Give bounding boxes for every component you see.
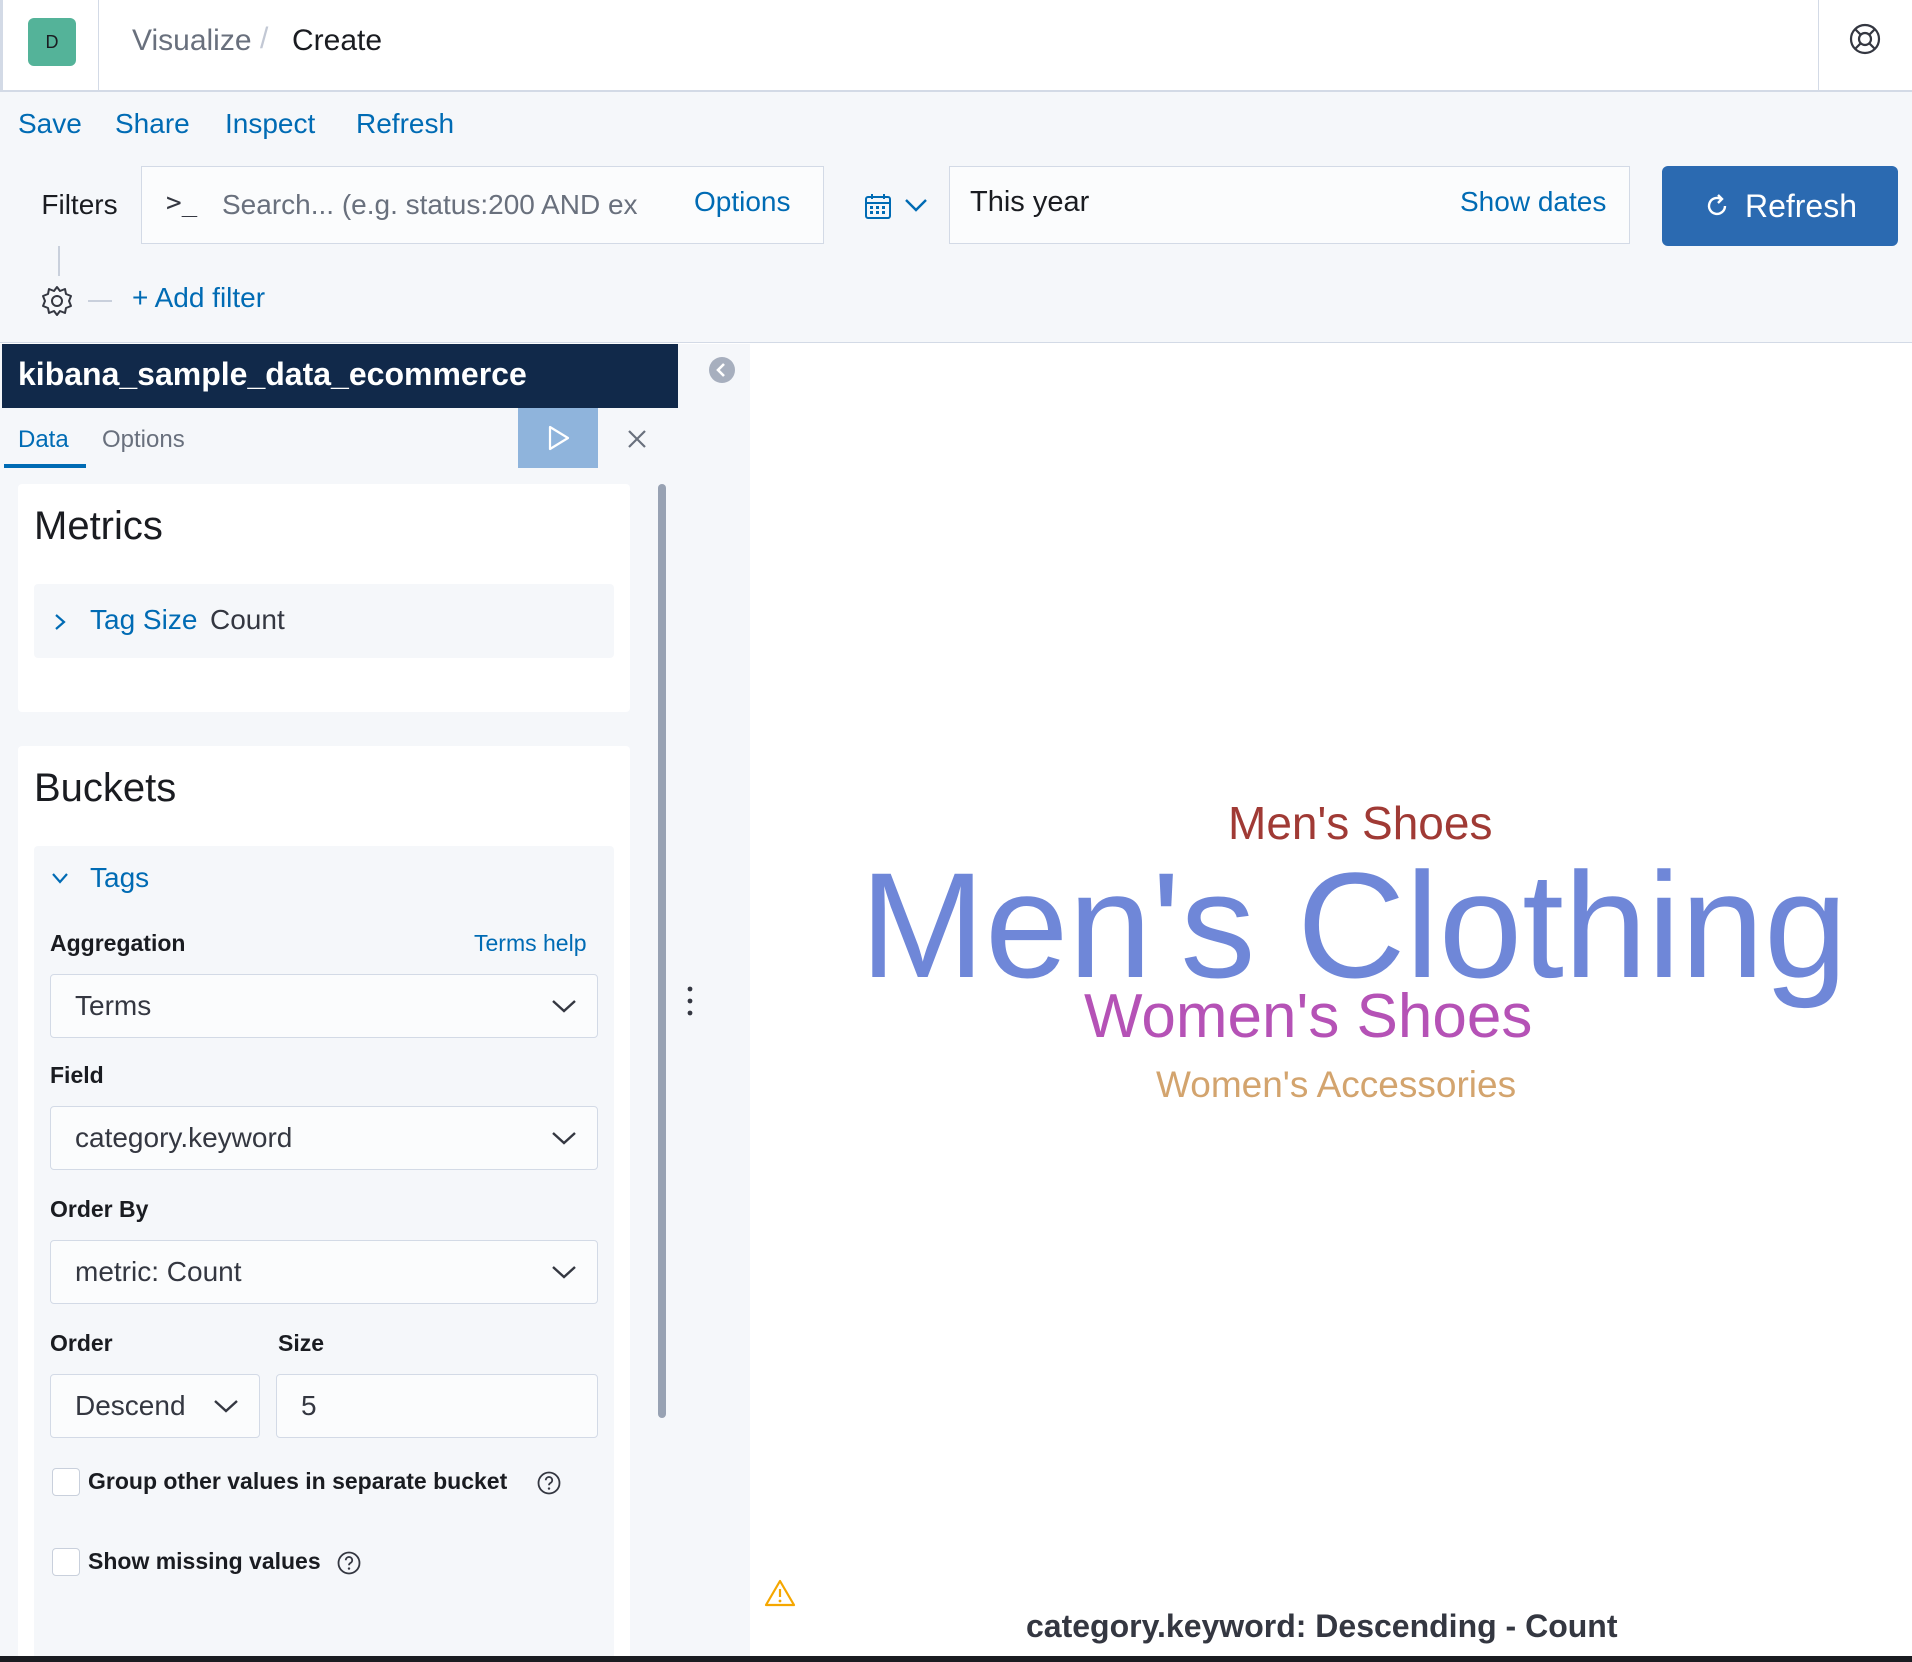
buckets-title: Buckets	[34, 766, 177, 810]
warning-icon[interactable]	[764, 1578, 796, 1608]
bucket-name[interactable]: Tags	[90, 862, 149, 894]
field-value: category.keyword	[75, 1122, 293, 1153]
header-divider	[98, 0, 99, 90]
share-link[interactable]: Share	[115, 108, 190, 140]
play-icon	[548, 425, 570, 451]
resize-handle-icon[interactable]	[684, 984, 696, 1018]
order-by-value: metric: Count	[75, 1256, 242, 1287]
chevron-down-icon[interactable]	[904, 196, 928, 214]
space-avatar[interactable]: D	[28, 18, 76, 66]
header-divider-right	[1818, 0, 1819, 90]
apply-changes-button[interactable]	[518, 408, 598, 468]
inspect-link[interactable]: Inspect	[225, 108, 315, 140]
filter-connector	[58, 246, 60, 276]
question-icon[interactable]	[536, 1470, 562, 1496]
search-input[interactable]	[210, 176, 694, 234]
aggregation-label: Aggregation	[50, 930, 186, 956]
quick-select-button[interactable]	[842, 166, 950, 244]
filter-connector-dash	[88, 300, 112, 302]
show-missing-label[interactable]: Show missing values	[88, 1548, 321, 1575]
order-by-select[interactable]: metric: Count	[50, 1240, 598, 1304]
bottom-edge	[0, 1656, 1912, 1662]
index-pattern-title: kibana_sample_data_ecommerce	[2, 344, 678, 408]
size-label: Size	[278, 1330, 325, 1356]
field-label: Field	[50, 1062, 104, 1088]
chevron-down-icon	[552, 1266, 576, 1279]
calendar-icon[interactable]	[864, 192, 892, 220]
order-by-label: Order By	[50, 1196, 149, 1222]
chevron-down-icon	[552, 1000, 576, 1013]
order-select[interactable]: Descend	[50, 1374, 260, 1438]
tab-data[interactable]: Data	[18, 426, 69, 454]
collapse-sidebar-icon[interactable]	[708, 356, 736, 384]
tab-options[interactable]: Options	[102, 426, 185, 454]
sidebar-scrollbar[interactable]	[658, 484, 666, 1418]
query-language-icon[interactable]: >_	[166, 188, 197, 218]
breadcrumb-create: Create	[292, 24, 383, 57]
chevron-right-icon[interactable]	[50, 612, 70, 632]
metrics-title: Metrics	[34, 504, 163, 548]
metric-value: Count	[210, 604, 285, 635]
breadcrumb-visualize[interactable]: Visualize	[132, 24, 252, 58]
chevron-down-icon	[214, 1400, 238, 1413]
tag-word-womens-accessories[interactable]: Women's Accessories	[1156, 1066, 1516, 1103]
show-missing-checkbox[interactable]	[52, 1548, 80, 1576]
aggregation-select[interactable]: Terms	[50, 974, 598, 1038]
chevron-down-icon	[552, 1132, 576, 1145]
group-other-checkbox[interactable]	[52, 1468, 80, 1496]
size-input[interactable]	[276, 1374, 598, 1438]
tag-word-womens-shoes[interactable]: Women's Shoes	[1084, 986, 1532, 1048]
active-tab-indicator	[4, 464, 86, 468]
visualization-caption: category.keyword: Descending - Count	[1026, 1608, 1618, 1644]
field-select[interactable]: category.keyword	[50, 1106, 598, 1170]
tag-word-mens-clothing[interactable]: Men's Clothing	[860, 850, 1847, 1000]
help-icon[interactable]	[1848, 22, 1882, 56]
refresh-button-label: Refresh	[1744, 187, 1858, 224]
terms-help-link[interactable]: Terms help	[474, 930, 586, 957]
tag-word-mens-shoes[interactable]: Men's Shoes	[1228, 800, 1492, 846]
metric-name[interactable]: Tag Size	[90, 604, 197, 636]
aggregation-value: Terms	[75, 990, 152, 1021]
save-link[interactable]: Save	[18, 108, 82, 140]
refresh-link[interactable]: Refresh	[356, 108, 454, 140]
add-filter-button[interactable]: + Add filter	[132, 282, 265, 314]
gear-icon[interactable]	[40, 284, 74, 318]
breadcrumb-separator: /	[260, 22, 269, 55]
top-header	[0, 0, 1912, 92]
query-options-link[interactable]: Options	[694, 186, 791, 218]
order-label: Order	[50, 1330, 113, 1356]
refresh-icon	[1707, 194, 1727, 216]
date-range-value[interactable]: This year	[970, 186, 1089, 219]
show-dates-link[interactable]: Show dates	[1460, 186, 1606, 218]
filters-label: Filters	[18, 166, 142, 244]
question-icon[interactable]	[336, 1550, 362, 1576]
group-other-label[interactable]: Group other values in separate bucket	[88, 1468, 507, 1495]
chevron-down-icon[interactable]	[50, 868, 70, 888]
refresh-button[interactable]: Refresh	[1662, 166, 1898, 246]
order-value: Descend	[75, 1390, 186, 1421]
header-edge	[0, 0, 3, 90]
close-icon[interactable]	[620, 422, 654, 456]
